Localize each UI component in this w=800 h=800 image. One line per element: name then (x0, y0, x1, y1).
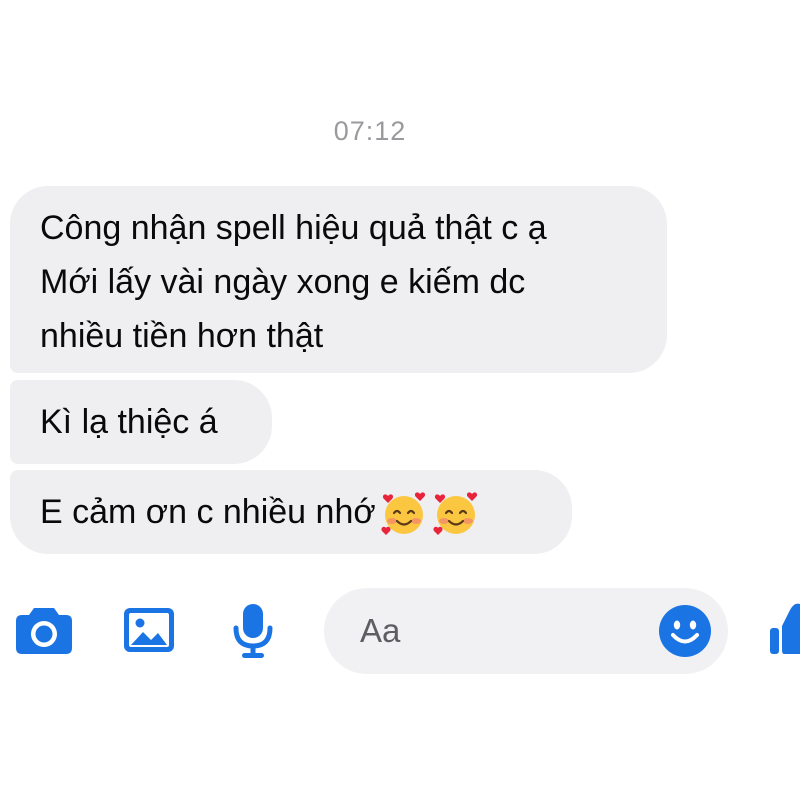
message-bubble[interactable]: Kì lạ thiệc á (10, 380, 272, 464)
message-text-line: Mới lấy vài ngày xong e kiếm dc (40, 263, 526, 301)
message-bubble[interactable]: E cảm ơn c nhiều nhớ (10, 470, 572, 554)
message-text-line: nhiều tiền hơn thật (40, 317, 324, 355)
emoji-icon[interactable] (658, 604, 712, 663)
message-text-line: Kì lạ thiệc á (40, 403, 218, 441)
smiling-face-with-hearts-icon (432, 490, 480, 538)
message-input[interactable]: Aa (324, 588, 728, 674)
message-text-line: Công nhận spell hiệu quả thật c ạ (40, 209, 547, 247)
message-bubble[interactable]: Công nhận spell hiệu quả thật c ạ Mới lấ… (10, 186, 667, 373)
camera-icon[interactable] (14, 604, 74, 661)
message-text-line: E cảm ơn c nhiều nhớ (40, 485, 542, 539)
message-input-placeholder: Aa (360, 612, 401, 649)
image-icon[interactable] (122, 606, 176, 659)
message-text: E cảm ơn c nhiều nhớ (40, 493, 376, 531)
like-icon[interactable] (770, 600, 800, 661)
smiling-face-with-hearts-icon (380, 490, 428, 538)
mic-icon[interactable] (231, 602, 275, 665)
message-timestamp: 07:12 (333, 116, 407, 146)
